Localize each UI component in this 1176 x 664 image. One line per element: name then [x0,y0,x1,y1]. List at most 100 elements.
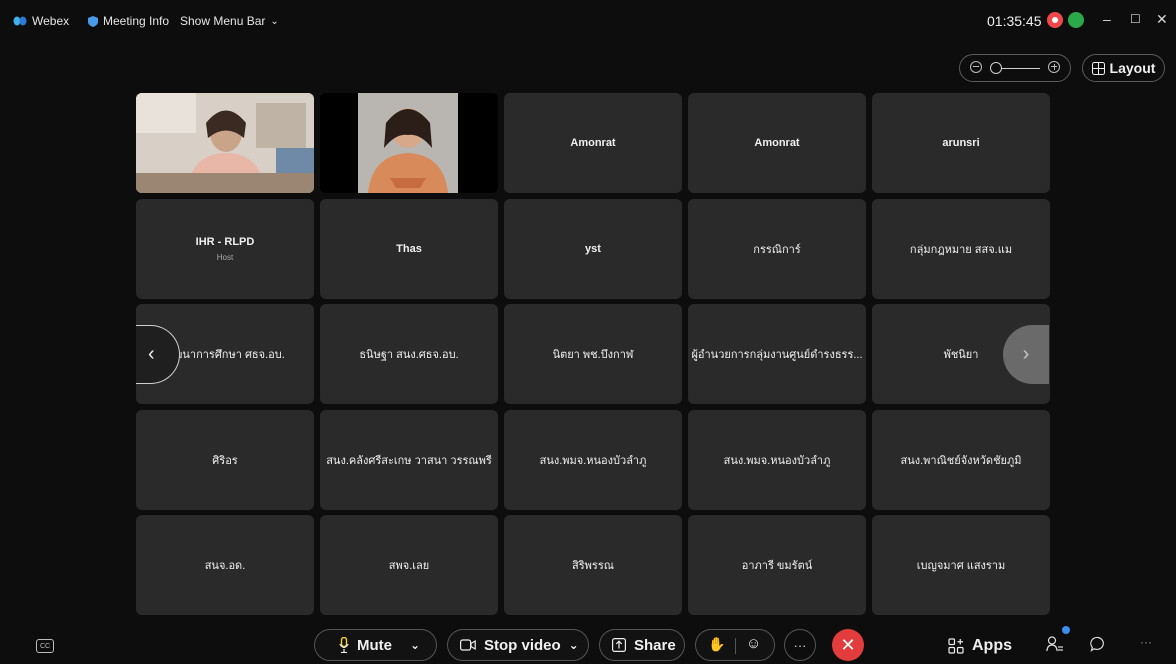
meeting-info-button[interactable]: Meeting Info [88,14,169,28]
zoom-knob[interactable] [990,62,1002,74]
participant-name: IHR - RLPD [195,235,255,248]
participant-name: เบญจมาศ แสงราม [916,560,1006,572]
chat-button[interactable] [1090,636,1106,657]
recording-icon[interactable] [1047,12,1063,28]
participant-name: สนง.พมจ.หนองบัวลำภู [539,454,647,467]
reaction-emoji-icon[interactable]: ☺ [746,635,761,652]
mute-button[interactable]: Mute ⌄ [314,629,437,661]
mute-label: Mute [357,636,392,654]
participant-tile[interactable]: กรรณิการ์ [688,198,866,299]
grid-layout-icon [1091,61,1105,75]
chevron-down-icon[interactable]: ⌄ [569,638,579,652]
participant-tile[interactable]: สิริพรรณ [504,515,682,615]
participant-name: สนง.พมจ.หนองบัวลำภู [723,454,831,467]
apps-label: Apps [972,637,1012,654]
webex-logo-icon [13,16,27,26]
participant-name: พัชนิยา [943,349,979,361]
participant-tile[interactable]: Thas [320,198,498,299]
minimize-icon[interactable]: – [1103,11,1111,27]
meeting-controls: CC Mute ⌄ Stop video ⌄ Share ✋ ☺ ··· ✕ A… [0,626,1176,664]
zoom-slider[interactable] [959,54,1071,82]
chevron-left-icon: ‹ [148,343,155,365]
participant-name: สิริพรรณ [572,560,614,572]
maximize-icon[interactable]: ☐ [1130,12,1141,26]
host-badge: Host [216,252,234,262]
participant-name: Amonrat [570,137,616,149]
chat-icon [1090,636,1104,652]
notification-dot [1062,626,1070,634]
layout-button[interactable]: Layout [1082,54,1165,82]
participant-name: ผู้อำนวยการกลุ่มงานศูนย์ดำรงธรร... [691,349,863,361]
microphone-icon [339,637,349,653]
participant-tile[interactable]: สนง.พมจ.หนองบัวลำภู [688,409,866,510]
participant-name: อาภารี ขมรัตน์ [741,560,813,572]
participant-tile[interactable]: arunsri [872,93,1050,193]
participant-name: สนง.พาณิชย์จังหวัดชัยภูมิ [900,454,1022,467]
meeting-clock: 01:35:45 [987,13,1042,29]
participant-tile[interactable]: ผู้อำนวยการกลุ่มงานศูนย์ดำรงธรร... [688,304,866,404]
stop-video-label: Stop video [484,636,561,654]
participants-icon [1046,636,1063,652]
close-icon[interactable]: ✕ [1156,11,1168,28]
zoom-in-icon[interactable] [1048,61,1060,73]
participants-button[interactable] [1046,636,1064,657]
participant-tile[interactable]: สนจ.อด. [136,515,314,615]
zoom-track[interactable] [998,68,1040,69]
participant-tile[interactable]: Amonrat [504,93,682,193]
meeting-info-label: Meeting Info [103,14,170,28]
share-screen-icon [612,638,626,652]
chevron-down-icon[interactable]: ⌄ [410,638,420,652]
layout-label: Layout [1109,60,1156,76]
webex-menu[interactable]: Webex [13,14,69,28]
participant-tile[interactable]: yst [504,198,682,299]
participant-name: ธนิษฐา สนง.ศธจ.อบ. [359,349,459,361]
raise-hand-icon[interactable]: ✋ [708,636,725,653]
more-icon: ··· [793,637,807,653]
network-health-icon[interactable] [1068,12,1084,28]
participant-tile[interactable]: สพจ.เลย [320,515,498,615]
participant-video-tile[interactable] [320,93,498,193]
participant-tile[interactable]: ศิริอร [136,409,314,510]
participant-tile[interactable]: IHR - RLPD Host [136,198,314,299]
participant-tile[interactable]: กลุ่มกฎหมาย สสจ.แม [872,198,1050,299]
end-call-button[interactable]: ✕ [832,629,864,661]
participant-tile[interactable]: สนง.พาณิชย์จังหวัดชัยภูมิ [872,409,1050,510]
show-menu-bar-label: Show Menu Bar [180,14,266,28]
participant-name: สนง.คลังศรีสะเกษ วาสนา วรรณพรี [326,454,492,467]
video-camera-icon [460,639,476,651]
stop-video-button[interactable]: Stop video ⌄ [447,629,589,661]
show-menu-bar-button[interactable]: Show Menu Bar ⌄ [180,14,279,28]
divider [735,638,736,654]
chevron-down-icon: ⌄ [270,15,279,27]
more-icon[interactable]: ··· [1140,635,1152,649]
participant-tile[interactable]: เบญจมาศ แสงราม [872,515,1050,615]
closed-captions-icon[interactable]: CC [36,639,54,653]
share-button[interactable]: Share [599,629,685,661]
participant-name: Amonrat [754,137,800,149]
chevron-right-icon: › [1022,343,1030,365]
participant-video-tile[interactable] [136,93,314,193]
participant-tile[interactable]: อาภารี ขมรัตน์ [688,515,866,615]
participant-name: นิตยา พช.บึงกาฬ [552,349,634,361]
participant-video-feed [320,93,498,193]
participant-video-feed [136,93,314,193]
participant-name: yst [585,242,601,255]
participant-tile[interactable]: นิตยา พช.บึงกาฬ [504,304,682,404]
participant-name: สนจ.อด. [204,560,246,572]
zoom-out-icon[interactable] [970,61,982,73]
participant-name: กลุ่มกฎหมาย สสจ.แม [909,243,1013,256]
participant-tile[interactable]: Amonrat [688,93,866,193]
shield-icon [88,15,98,27]
participant-tile[interactable]: สนง.คลังศรีสะเกษ วาสนา วรรณพรี [320,409,498,510]
reactions-group: ✋ ☺ [695,629,775,661]
app-name: Webex [32,14,70,28]
close-icon: ✕ [840,634,856,655]
share-label: Share [634,636,676,654]
participant-tile[interactable]: สนง.พมจ.หนองบัวลำภู [504,409,682,510]
participant-name: Thas [396,242,422,255]
participant-name: พัฒนาการศึกษา ศธจ.อบ. [165,349,285,361]
apps-button[interactable]: Apps [948,637,1012,655]
apps-icon [948,638,964,654]
participant-tile[interactable]: ธนิษฐา สนง.ศธจ.อบ. [320,304,498,404]
more-options-button[interactable]: ··· [784,629,816,661]
